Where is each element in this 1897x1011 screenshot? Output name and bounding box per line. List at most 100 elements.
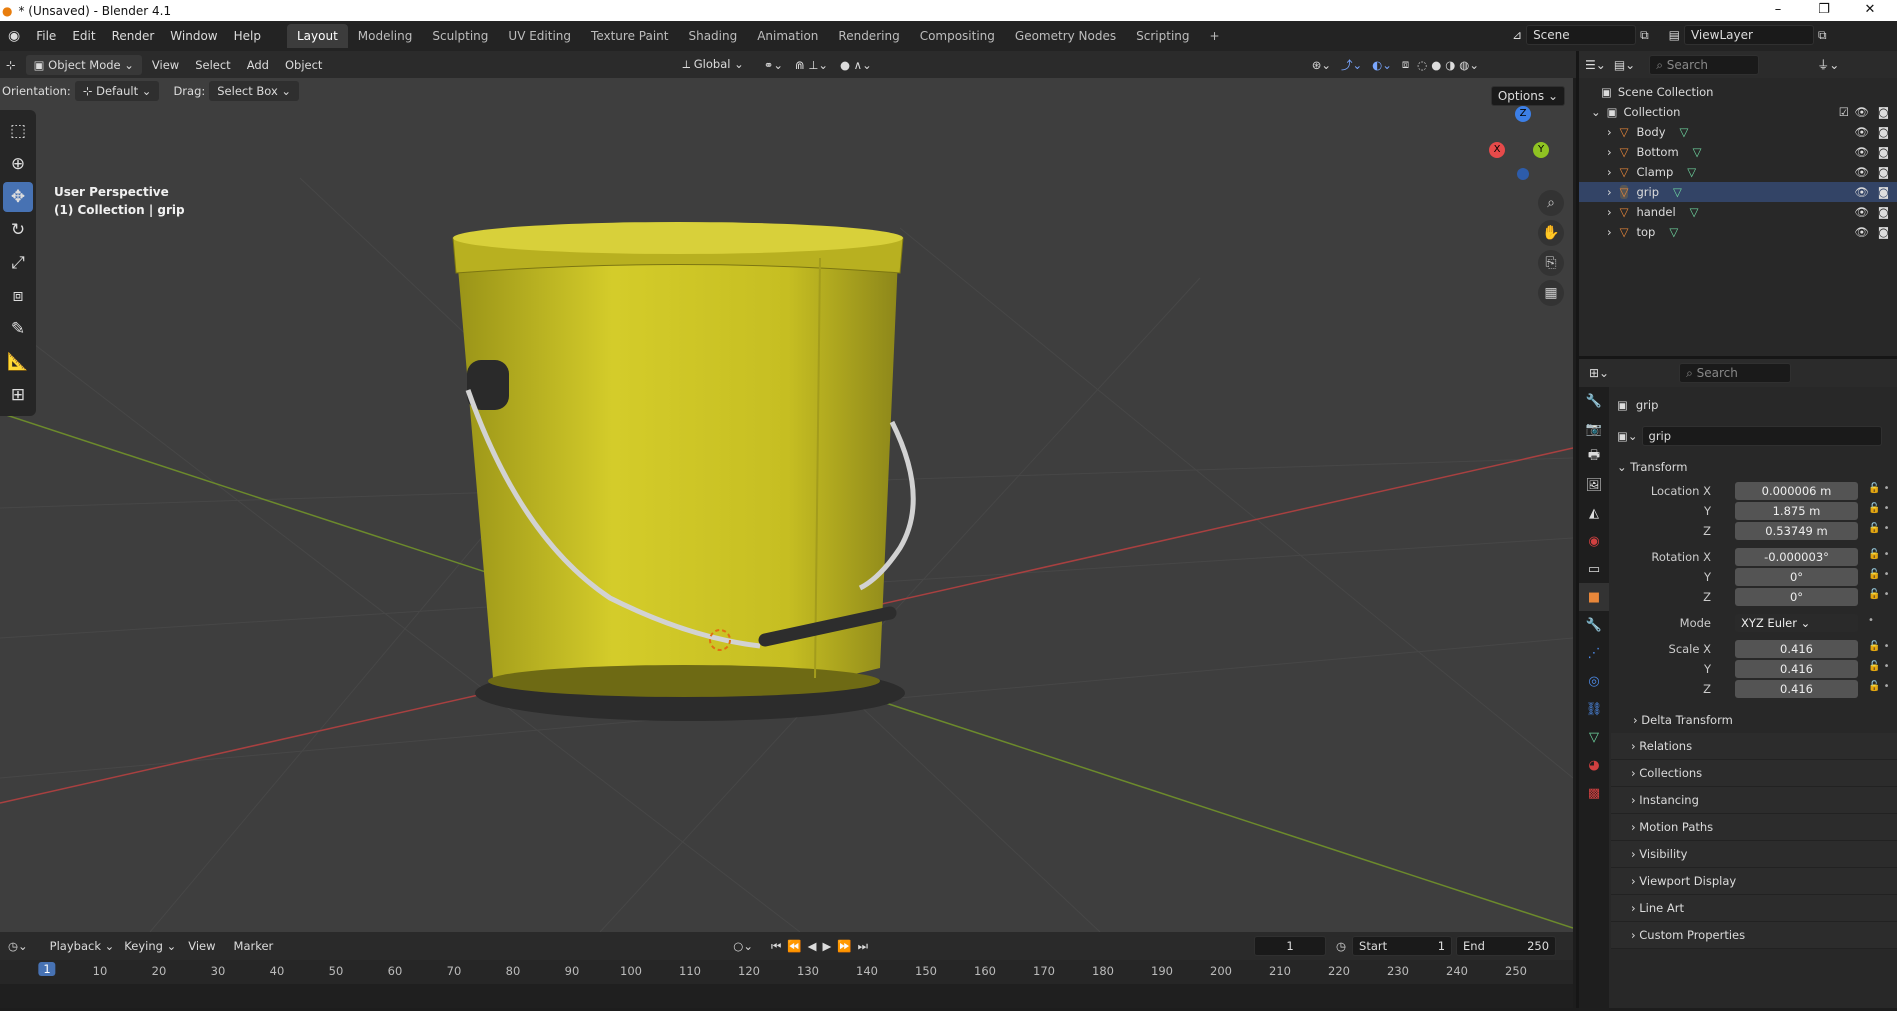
move-tool-icon[interactable]: ✥ — [3, 182, 33, 212]
view-menu[interactable]: View — [152, 58, 179, 72]
lock-icon[interactable]: 🔓 • — [1868, 661, 1890, 672]
lock-icon[interactable]: 🔓 • — [1868, 483, 1890, 494]
tab-compositing[interactable]: Compositing — [910, 24, 1005, 48]
outliner-row-object[interactable]: › ▽ Bottom ▽ 👁 ◙ — [1579, 142, 1897, 162]
outliner-row-object[interactable]: › ▽ top ▽ 👁 ◙ — [1579, 222, 1897, 242]
gizmo-neg-z[interactable] — [1517, 168, 1529, 180]
ortho-grid-icon[interactable]: ▦ — [1538, 280, 1564, 306]
gizmo-icon[interactable]: ⤴⌄ — [1341, 57, 1362, 73]
orientation-dropdown[interactable]: ⊹ Default ⌄ — [74, 81, 160, 101]
keyframe-dot-icon[interactable]: • — [1868, 615, 1874, 626]
object-name-field[interactable]: grip — [1641, 426, 1882, 446]
outliner-row-collection[interactable]: ⌄ ▣ Collection ☑ 👁 ◙ — [1579, 102, 1897, 122]
panel-viewport-display[interactable]: › Viewport Display — [1611, 868, 1897, 895]
camera-icon[interactable]: ◙ — [1878, 145, 1889, 159]
collection-tab-icon[interactable]: ▭ — [1579, 555, 1609, 583]
tab-layout[interactable]: Layout — [286, 24, 348, 48]
current-frame-field[interactable]: 1 — [1253, 936, 1326, 956]
chevron-right-icon[interactable]: › — [1607, 145, 1612, 159]
data-tab-icon[interactable]: ▽ — [1579, 723, 1609, 751]
camera-icon[interactable]: ◙ — [1878, 165, 1889, 179]
cursor-tool-icon[interactable]: ⊕ — [3, 149, 33, 179]
tab-rendering[interactable]: Rendering — [828, 24, 909, 48]
pivot-icon[interactable]: ⚭⌄ — [764, 58, 783, 72]
chevron-right-icon[interactable]: › — [1607, 225, 1612, 239]
delta-transform-header[interactable]: › Delta Transform — [1611, 707, 1897, 733]
tab-sculpting[interactable]: Sculpting — [422, 24, 498, 48]
scene-selector[interactable]: Scene — [1526, 25, 1637, 45]
world-tab-icon[interactable]: ◉ — [1579, 527, 1609, 555]
panel-visibility[interactable]: › Visibility — [1611, 841, 1897, 868]
output-tab-icon[interactable]: 🖶 — [1579, 443, 1609, 471]
filter-icon[interactable]: ⏚⌄ — [1817, 56, 1839, 73]
gizmo-y-axis[interactable]: Y — [1533, 142, 1549, 158]
lock-icon[interactable]: 🔓 • — [1868, 503, 1890, 514]
properties-editor-icon[interactable]: ⊞⌄ — [1589, 366, 1609, 380]
object-tab-icon[interactable]: ■ — [1579, 583, 1609, 611]
camera-icon[interactable]: ◙ — [1878, 185, 1889, 199]
rotation-x-field[interactable]: -0.000003° — [1735, 548, 1858, 566]
menu-file[interactable]: File — [28, 21, 64, 51]
outliner-row-object-active[interactable]: › ▽ grip ▽ 👁 ◙ — [1579, 182, 1897, 202]
rotate-tool-icon[interactable]: ↻ — [3, 215, 33, 245]
eye-icon[interactable]: 👁 — [1854, 185, 1869, 199]
select-menu[interactable]: Select — [195, 58, 230, 72]
timeline-track[interactable] — [0, 984, 1573, 1008]
shading-wireframe-icon[interactable]: ◌ — [1417, 58, 1427, 72]
shading-solid-icon[interactable]: ● — [1431, 58, 1441, 72]
rotation-mode-dropdown[interactable]: XYZ Euler ⌄ — [1735, 614, 1858, 632]
shading-material-icon[interactable]: ◑ — [1445, 58, 1455, 72]
lock-icon[interactable]: 🔓 • — [1868, 681, 1890, 692]
annotate-tool-icon[interactable]: ✎ — [3, 314, 33, 344]
panel-instancing[interactable]: › Instancing — [1611, 787, 1897, 814]
outliner-editor-icon[interactable]: ☰⌄ — [1585, 58, 1606, 72]
add-workspace-button[interactable]: + — [1200, 24, 1230, 48]
autokey-icon[interactable]: ○⌄ — [733, 939, 753, 953]
particles-tab-icon[interactable]: ⋰ — [1579, 639, 1609, 667]
scene-tab-icon[interactable]: ◭ — [1579, 499, 1609, 527]
measure-tool-icon[interactable]: 📐 — [3, 347, 33, 377]
end-frame-field[interactable]: End 250 — [1456, 936, 1557, 956]
physics-tab-icon[interactable]: ◎ — [1579, 667, 1609, 695]
add-menu[interactable]: Add — [247, 58, 269, 72]
view-layer-tab-icon[interactable]: 🖼 — [1579, 471, 1609, 499]
timeline-editor-icon[interactable]: ◷⌄ — [8, 939, 28, 953]
panel-custom-properties[interactable]: › Custom Properties — [1611, 922, 1897, 949]
blender-menu-icon[interactable]: ◉ — [0, 28, 28, 44]
menu-help[interactable]: Help — [226, 21, 269, 51]
lock-icon[interactable]: 🔓 • — [1868, 589, 1890, 600]
checkbox-icon[interactable]: ☑ — [1839, 105, 1849, 119]
constraints-tab-icon[interactable]: ⛓ — [1579, 695, 1609, 723]
proportional-edit-icon[interactable]: ● ∧⌄ — [840, 58, 872, 72]
panel-relations[interactable]: › Relations — [1611, 733, 1897, 760]
outliner-row-scene-collection[interactable]: ▣ Scene Collection — [1579, 82, 1897, 102]
playback-menu[interactable]: Playback ⌄ — [50, 939, 115, 953]
camera-view-icon[interactable]: ⎘ — [1538, 250, 1564, 276]
chevron-down-icon[interactable]: ⌄ — [1591, 105, 1601, 119]
location-x-field[interactable]: 0.000006 m — [1735, 482, 1858, 500]
datablock-icon[interactable]: ▣⌄ — [1617, 429, 1638, 443]
keying-menu[interactable]: Keying ⌄ — [124, 939, 176, 953]
eye-icon[interactable]: 👁 — [1854, 165, 1869, 179]
outliner-row-object[interactable]: › ▽ Body ▽ 👁 ◙ — [1579, 122, 1897, 142]
gizmo-x-axis[interactable]: X — [1489, 142, 1505, 158]
scale-z-field[interactable]: 0.416 — [1735, 680, 1858, 698]
display-mode-icon[interactable]: ▤⌄ — [1614, 58, 1635, 72]
lock-icon[interactable]: 🔓 • — [1868, 523, 1890, 534]
transform-tool-icon[interactable]: ⧈ — [3, 281, 33, 311]
tab-scripting[interactable]: Scripting — [1126, 24, 1199, 48]
snap-icon[interactable]: ⋒ ⊥⌄ — [795, 58, 828, 72]
scale-tool-icon[interactable]: ⤢ — [3, 248, 33, 278]
chevron-right-icon[interactable]: › — [1607, 205, 1612, 219]
chevron-right-icon[interactable]: › — [1607, 165, 1612, 179]
tab-shading[interactable]: Shading — [678, 24, 747, 48]
rotation-y-field[interactable]: 0° — [1735, 568, 1858, 586]
lock-icon[interactable]: 🔓 • — [1868, 549, 1890, 560]
camera-icon[interactable]: ◙ — [1878, 225, 1889, 239]
start-frame-field[interactable]: Start 1 — [1352, 936, 1453, 956]
mode-dropdown[interactable]: ▣ Object Mode ⌄ — [25, 54, 142, 75]
shading-rendered-icon[interactable]: ◍⌄ — [1459, 58, 1479, 72]
overlay-icon[interactable]: ◐⌄ — [1372, 58, 1392, 72]
texture-tab-icon[interactable]: ▩ — [1579, 779, 1609, 807]
rotation-z-field[interactable]: 0° — [1735, 588, 1858, 606]
